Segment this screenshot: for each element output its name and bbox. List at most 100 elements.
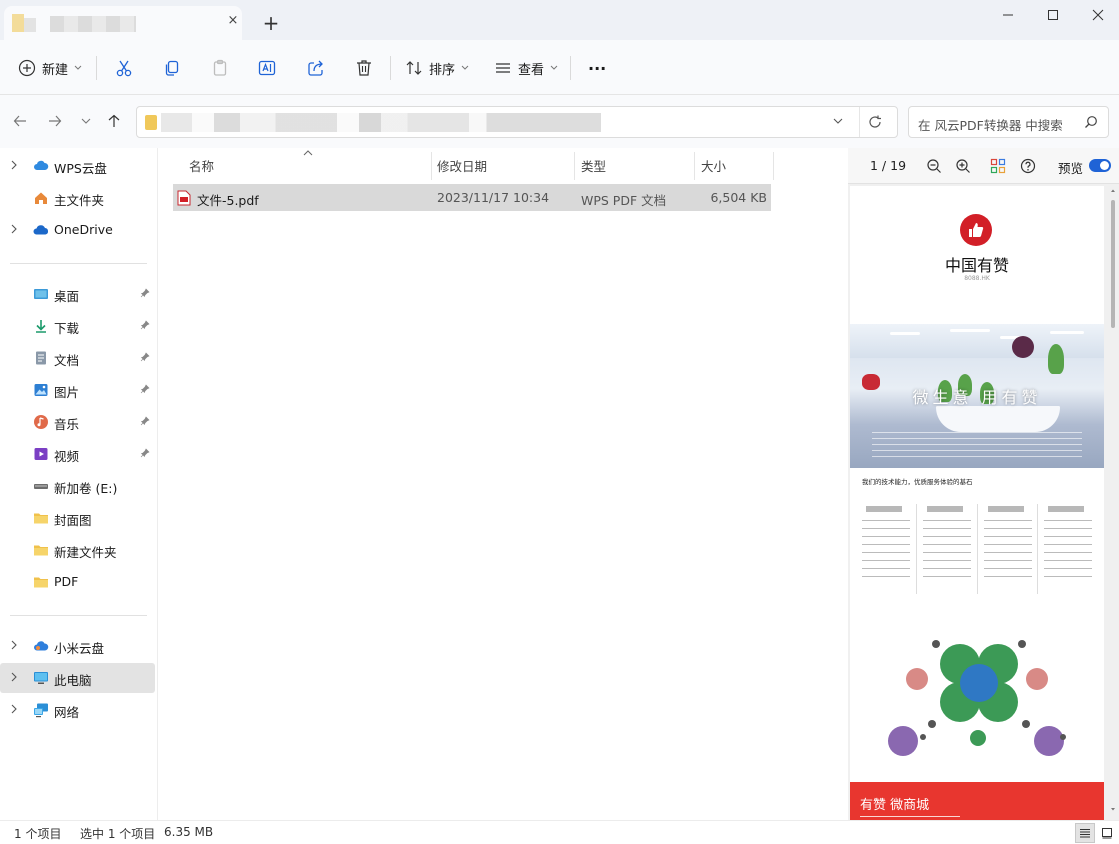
preview-toggle-label: 预览 bbox=[1058, 161, 1084, 176]
sidebar-item-desktop[interactable]: 桌面 bbox=[0, 279, 155, 309]
trash-icon bbox=[357, 60, 371, 76]
photo-title: 微生意 用有赞 bbox=[912, 388, 1042, 407]
window-tab[interactable]: × bbox=[4, 6, 242, 40]
sidebar-item-label: 下载 bbox=[54, 321, 80, 336]
large-icons-view-button[interactable] bbox=[1097, 823, 1117, 843]
chevron-right-icon[interactable] bbox=[10, 704, 18, 714]
pin-icon[interactable] bbox=[140, 416, 150, 426]
title-bar: × + bbox=[0, 0, 1119, 40]
sidebar-item-label: WPS云盘 bbox=[54, 161, 107, 176]
file-size: 6,504 KB bbox=[710, 190, 767, 205]
up-button[interactable] bbox=[104, 111, 124, 131]
rename-button[interactable] bbox=[257, 54, 277, 82]
close-button[interactable] bbox=[1075, 0, 1119, 30]
sidebar-item-cover-folder[interactable]: 封面图 bbox=[0, 503, 155, 533]
pin-icon[interactable] bbox=[140, 448, 150, 458]
sidebar-item-home[interactable]: 主文件夹 bbox=[0, 183, 155, 213]
preview-scrollbar[interactable] bbox=[1110, 188, 1116, 814]
more-options-button[interactable]: ··· bbox=[588, 54, 606, 82]
sidebar-item-new-folder[interactable]: 新建文件夹 bbox=[0, 535, 155, 565]
page-indicator: 1 / 19 bbox=[870, 158, 907, 173]
chevron-right-icon[interactable] bbox=[10, 160, 18, 170]
cloud-icon bbox=[34, 641, 49, 651]
help-button[interactable] bbox=[1018, 156, 1038, 176]
maximize-button[interactable] bbox=[1030, 0, 1076, 30]
sidebar-item-documents[interactable]: 文档 bbox=[0, 343, 155, 373]
tab-close-icon[interactable]: × bbox=[226, 14, 240, 28]
zoom-in-button[interactable] bbox=[953, 156, 973, 176]
details-view-button[interactable] bbox=[1075, 823, 1095, 843]
sidebar-item-videos[interactable]: 视频 bbox=[0, 439, 155, 469]
sort-button[interactable]: 排序 bbox=[405, 54, 469, 82]
scrollbar-thumb[interactable] bbox=[1111, 200, 1115, 328]
view-lines-icon bbox=[496, 63, 510, 73]
sidebar-item-label: PDF bbox=[54, 574, 79, 589]
chevron-down-icon bbox=[81, 118, 91, 124]
sort-ascending-icon bbox=[303, 150, 313, 156]
share-button[interactable] bbox=[306, 54, 326, 82]
banner-title: 有赞 微商城 bbox=[860, 798, 930, 813]
pin-icon[interactable] bbox=[140, 288, 150, 298]
search-icon bbox=[1085, 116, 1097, 128]
office-photo: 微生意 用有赞 bbox=[850, 324, 1104, 468]
pin-icon[interactable] bbox=[140, 320, 150, 330]
copy-icon bbox=[165, 60, 179, 76]
sidebar-item-network[interactable]: 网络 bbox=[0, 695, 155, 725]
sidebar-item-this-pc[interactable]: 此电脑 bbox=[0, 663, 155, 693]
column-header-size[interactable]: 大小 bbox=[701, 148, 726, 182]
column-header-name[interactable]: 名称 bbox=[189, 148, 214, 182]
navigation-pane: WPS云盘 主文件夹 OneDrive 桌面 下载 文档 图片 音乐 视频 新加… bbox=[0, 148, 158, 820]
column-header-modified[interactable]: 修改日期 bbox=[437, 148, 487, 182]
table-row[interactable]: 文件-5.pdf 2023/11/17 10:34 WPS PDF 文档 6,5… bbox=[173, 184, 771, 211]
chevron-down-icon bbox=[74, 65, 82, 70]
sidebar-item-drive-e[interactable]: 新加卷 (E:) bbox=[0, 471, 155, 501]
sidebar-item-label: 图片 bbox=[54, 385, 80, 400]
view-button[interactable]: 查看 bbox=[494, 54, 558, 82]
sidebar-item-pdf-folder[interactable]: PDF bbox=[0, 567, 155, 597]
new-tab-button[interactable]: + bbox=[260, 12, 282, 34]
minimize-button[interactable] bbox=[985, 0, 1031, 30]
sidebar-item-xiaomi-cloud[interactable]: 小米云盘 bbox=[0, 631, 155, 661]
view-button-label: 查看 bbox=[518, 62, 545, 78]
delete-button[interactable] bbox=[354, 54, 374, 82]
sidebar-item-onedrive[interactable]: OneDrive bbox=[0, 215, 155, 245]
preview-toggle[interactable] bbox=[1089, 159, 1111, 172]
scroll-up-icon[interactable] bbox=[1110, 188, 1116, 194]
arrow-left-icon bbox=[13, 115, 26, 127]
refresh-icon[interactable] bbox=[868, 115, 882, 129]
status-bar: 1 个项目 选中 1 个项目 6.35 MB bbox=[0, 820, 1119, 844]
pin-icon[interactable] bbox=[140, 384, 150, 394]
command-bar: 新建 排序 查看 ··· bbox=[0, 40, 1119, 95]
details-view-icon bbox=[1080, 829, 1090, 838]
plus-circle-icon bbox=[18, 59, 36, 77]
chevron-down-icon bbox=[461, 65, 469, 70]
scroll-down-icon[interactable] bbox=[1110, 806, 1116, 812]
recent-locations-button[interactable] bbox=[76, 111, 96, 131]
forward-button[interactable] bbox=[45, 111, 65, 131]
new-button[interactable]: 新建 bbox=[18, 54, 82, 82]
copy-button[interactable] bbox=[162, 54, 182, 82]
share-icon bbox=[308, 60, 323, 76]
paste-button[interactable] bbox=[210, 54, 230, 82]
cut-button[interactable] bbox=[114, 54, 134, 82]
search-input[interactable]: 在 风云PDF转换器 中搜索 bbox=[908, 106, 1109, 138]
sidebar-item-wps-cloud[interactable]: WPS云盘 bbox=[0, 151, 155, 181]
chevron-down-icon[interactable] bbox=[833, 117, 843, 125]
zoom-out-button[interactable] bbox=[924, 156, 944, 176]
chevron-right-icon[interactable] bbox=[10, 224, 18, 234]
pin-icon[interactable] bbox=[140, 352, 150, 362]
sidebar-item-pictures[interactable]: 图片 bbox=[0, 375, 155, 405]
address-bar[interactable] bbox=[136, 106, 898, 138]
new-button-label: 新建 bbox=[42, 62, 69, 78]
chevron-right-icon[interactable] bbox=[10, 640, 18, 650]
computer-icon bbox=[34, 672, 48, 684]
sidebar-item-downloads[interactable]: 下载 bbox=[0, 311, 155, 341]
video-icon bbox=[34, 448, 48, 460]
back-button[interactable] bbox=[10, 111, 30, 131]
chevron-right-icon[interactable] bbox=[10, 672, 18, 682]
column-header-type[interactable]: 类型 bbox=[581, 148, 606, 182]
arrow-right-icon bbox=[49, 115, 62, 127]
pictures-icon bbox=[34, 384, 48, 396]
sidebar-item-music[interactable]: 音乐 bbox=[0, 407, 155, 437]
apps-button[interactable] bbox=[988, 156, 1008, 176]
